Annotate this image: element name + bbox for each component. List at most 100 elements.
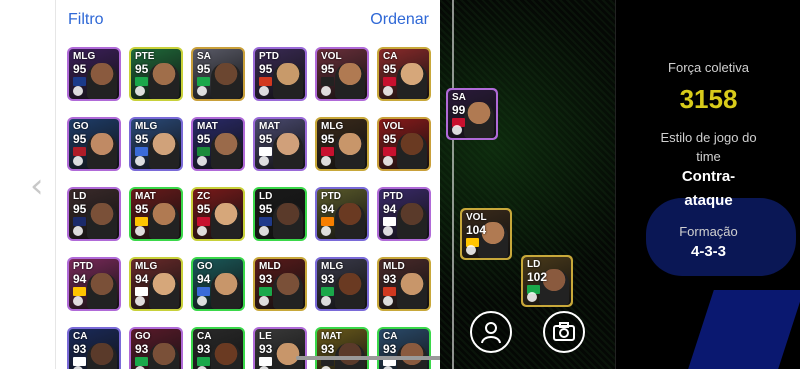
camera-icon	[553, 322, 575, 341]
player-card[interactable]: MAT 93	[315, 327, 369, 369]
player-card[interactable]: CA 93	[191, 327, 245, 369]
flag-icon	[135, 287, 148, 296]
card-face: MLD 93	[379, 259, 429, 309]
flag-icon	[321, 217, 334, 226]
formation-pitch[interactable]: SA 99 VOL 104 LD 102	[440, 0, 615, 369]
player-rating: 93	[259, 342, 273, 356]
flag-icon	[73, 287, 86, 296]
player-card[interactable]: MAT 95	[253, 117, 307, 171]
card-face: LD 95	[69, 189, 119, 239]
player-rating: 93	[383, 272, 397, 286]
card-face: MAT 95	[255, 119, 305, 169]
player-rating: 94	[383, 202, 397, 216]
camera-button[interactable]	[543, 311, 585, 353]
player-card[interactable]: GO 93	[129, 327, 183, 369]
profile-button[interactable]	[470, 311, 512, 353]
player-portrait	[149, 203, 179, 239]
player-rating: 95	[135, 62, 149, 76]
player-card[interactable]: MAT 95	[129, 187, 183, 241]
player-card[interactable]: VOL 95	[377, 117, 431, 171]
card-face: GO 93	[131, 329, 181, 369]
player-rating: 102	[527, 270, 548, 284]
card-face: MLG 94	[131, 259, 181, 309]
player-card[interactable]: MLG 94	[129, 257, 183, 311]
club-badge-icon	[135, 226, 145, 236]
club-badge-icon	[321, 296, 331, 306]
pitch-player-card[interactable]: LD 102	[521, 255, 573, 307]
player-card[interactable]: LD 95	[67, 187, 121, 241]
player-portrait	[397, 63, 427, 99]
card-face: VOL 95	[379, 119, 429, 169]
player-position: GO	[73, 121, 89, 132]
club-badge-icon	[259, 226, 269, 236]
player-rating: 94	[73, 272, 87, 286]
player-card[interactable]: MLD 93	[377, 257, 431, 311]
player-portrait	[464, 102, 494, 138]
flag-icon	[197, 77, 210, 86]
formation-value: 4-3-3	[690, 243, 727, 260]
flag-icon	[321, 147, 334, 156]
player-rating: 93	[383, 342, 397, 356]
player-portrait	[149, 133, 179, 169]
player-portrait	[273, 133, 303, 169]
club-badge-icon	[73, 226, 83, 236]
pitch-line	[452, 0, 454, 369]
player-position: MAT	[197, 121, 218, 132]
player-rating: 95	[321, 62, 335, 76]
player-position: MLG	[135, 261, 158, 272]
screen: ‹ Filtro Ordenar MLG 95 PTE 95 SA 95 PTD 95 VOL 9…	[0, 0, 800, 369]
card-face: MAT 93	[317, 329, 367, 369]
player-card[interactable]: PTD 94	[377, 187, 431, 241]
flag-icon	[73, 357, 86, 366]
player-card[interactable]: CA 95	[377, 47, 431, 101]
club-badge-icon	[321, 226, 331, 236]
player-card[interactable]: VOL 95	[315, 47, 369, 101]
player-card[interactable]: CA 93	[377, 327, 431, 369]
player-card[interactable]: GO 95	[67, 117, 121, 171]
flag-icon	[383, 77, 396, 86]
sort-button[interactable]: Ordenar	[370, 11, 429, 29]
card-face: GO 94	[193, 259, 243, 309]
player-card[interactable]: MLD 93	[253, 257, 307, 311]
player-card[interactable]: LD 95	[253, 187, 307, 241]
filter-button[interactable]: Filtro	[68, 11, 104, 29]
card-face: SA 95	[193, 49, 243, 99]
player-card[interactable]: MLG 93	[315, 257, 369, 311]
player-card[interactable]: PTD 95	[253, 47, 307, 101]
player-card[interactable]: MAT 95	[191, 117, 245, 171]
player-card[interactable]: ZC 95	[191, 187, 245, 241]
player-card[interactable]: CA 93	[67, 327, 121, 369]
player-portrait	[211, 63, 241, 99]
flag-icon	[197, 357, 210, 366]
player-card[interactable]: PTD 94	[67, 257, 121, 311]
player-card[interactable]: GO 94	[191, 257, 245, 311]
horizontal-scroll-indicator[interactable]	[296, 356, 440, 360]
player-card[interactable]: SA 95	[191, 47, 245, 101]
player-card[interactable]: MLG 95	[315, 117, 369, 171]
player-position: MAT	[321, 331, 342, 342]
player-position: LD	[259, 191, 273, 202]
player-card[interactable]: PTE 95	[129, 47, 183, 101]
flag-icon	[197, 147, 210, 156]
player-portrait	[273, 273, 303, 309]
player-portrait	[211, 343, 241, 369]
player-rating: 95	[197, 202, 211, 216]
chevron-left-icon[interactable]: ‹	[30, 168, 50, 204]
player-card[interactable]: PTD 94	[315, 187, 369, 241]
style-value-2: ataque	[684, 192, 733, 209]
card-face: MLG 95	[317, 119, 367, 169]
player-card[interactable]: MLG 95	[129, 117, 183, 171]
pitch-player-card[interactable]: VOL 104	[460, 208, 512, 260]
player-position: GO	[197, 261, 213, 272]
flag-icon	[259, 287, 272, 296]
player-rating: 93	[197, 342, 211, 356]
player-portrait	[87, 63, 117, 99]
player-portrait	[397, 203, 427, 239]
player-card[interactable]: MLG 95	[67, 47, 121, 101]
player-portrait	[273, 63, 303, 99]
player-card[interactable]: LE 93	[253, 327, 307, 369]
player-rating: 93	[135, 342, 149, 356]
decor-shape	[688, 290, 800, 369]
player-rating: 93	[259, 272, 273, 286]
pitch-player-card[interactable]: SA 99	[446, 88, 498, 140]
